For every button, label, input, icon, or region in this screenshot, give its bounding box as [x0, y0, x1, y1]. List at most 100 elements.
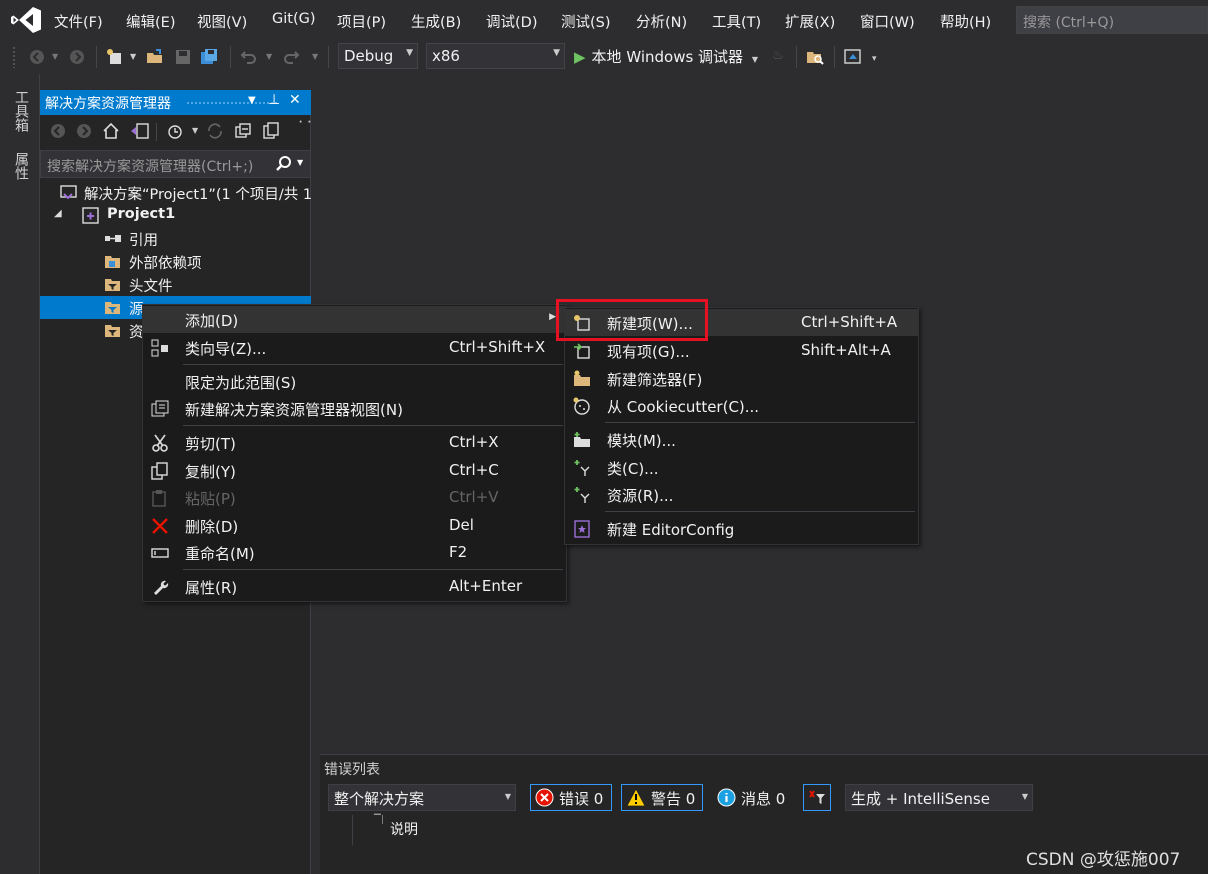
column-header-description[interactable]: 说明: [390, 819, 418, 839]
filter-error-icon: [809, 790, 825, 804]
back-icon[interactable]: [28, 48, 46, 66]
add-submenu: 新建项(W)... Ctrl+Shift+A 现有项(G)... Shift+A…: [564, 307, 919, 545]
browser-link-icon[interactable]: [844, 48, 862, 66]
menu-help[interactable]: 帮助(H): [940, 11, 991, 32]
column-resize-icon[interactable]: ▔|: [374, 815, 384, 825]
sync-icon[interactable]: [206, 122, 224, 140]
tree-item-solution[interactable]: 解决方案“Project1”(1 个项目/共 1: [40, 181, 311, 204]
filter-button[interactable]: [803, 784, 831, 811]
show-all-files-icon[interactable]: [262, 122, 280, 140]
errors-filter-button[interactable]: 错误 0: [530, 784, 612, 811]
chevron-down-icon: ▼: [553, 48, 560, 58]
open-folder-icon[interactable]: [146, 48, 164, 66]
redo-dropdown-icon[interactable]: ▼: [312, 52, 318, 61]
menu-item-paste[interactable]: 粘贴(P) Ctrl+V: [143, 484, 566, 511]
build-filter-dropdown[interactable]: 生成 + IntelliSense ▼: [845, 784, 1033, 811]
menu-view[interactable]: 视图(V): [197, 11, 247, 32]
menu-item-class-wizard[interactable]: 类向导(Z)... Ctrl+Shift+X: [143, 334, 566, 361]
new-project-icon[interactable]: [106, 48, 124, 66]
menu-item-resource[interactable]: 资源(R)...: [565, 481, 918, 508]
menu-item-module[interactable]: 模块(M)...: [565, 426, 918, 453]
undo-icon[interactable]: [240, 48, 258, 66]
home-icon[interactable]: [102, 122, 120, 140]
menu-item-cookiecutter[interactable]: 从 Cookiecutter(C)...: [565, 392, 918, 419]
start-debugging-button[interactable]: ▶ 本地 Windows 调试器 ▼: [574, 46, 758, 68]
platform-dropdown[interactable]: x86 ▼: [426, 43, 565, 69]
toolbar-overflow-icon[interactable]: ▾: [872, 54, 877, 64]
tree-item-references[interactable]: 引用: [40, 227, 311, 250]
menu-item-label: 限定为此范围(S): [185, 374, 297, 392]
back-icon[interactable]: [50, 123, 66, 139]
menu-item-copy[interactable]: 复制(Y) Ctrl+C: [143, 457, 566, 484]
tree-item-header-files[interactable]: 头文件: [40, 273, 311, 296]
tree-expander-icon[interactable]: ◢: [54, 208, 62, 219]
menu-item-label: 新建筛选器(F): [607, 371, 703, 389]
visual-studio-logo-icon: [11, 7, 41, 33]
menu-tools[interactable]: 工具(T): [712, 11, 761, 32]
collapse-all-icon[interactable]: [234, 122, 252, 140]
hot-reload-icon[interactable]: ♨: [772, 48, 784, 63]
redo-icon[interactable]: [282, 48, 300, 66]
undo-dropdown-icon[interactable]: ▼: [266, 52, 272, 61]
new-dropdown-icon[interactable]: ▼: [130, 52, 136, 61]
forward-icon[interactable]: [76, 123, 92, 139]
menu-test[interactable]: 测试(S): [561, 11, 611, 32]
warnings-count: 警告 0: [651, 790, 696, 808]
tree-item-external-deps[interactable]: 外部依赖项: [40, 250, 311, 273]
menu-build[interactable]: 生成(B): [411, 11, 461, 32]
menu-item-shortcut: Ctrl+C: [449, 461, 499, 479]
save-all-icon[interactable]: [200, 48, 218, 66]
pending-changes-filter-icon[interactable]: [166, 122, 184, 140]
menu-item-delete[interactable]: 删除(D) Del: [143, 512, 566, 539]
quick-search-input[interactable]: 搜索 (Ctrl+Q): [1016, 6, 1208, 34]
menu-item-existing-item[interactable]: 现有项(G)... Shift+Alt+A: [565, 337, 918, 364]
solution-explorer-search-input[interactable]: 搜索解决方案资源管理器(Ctrl+;) ▼: [40, 150, 311, 178]
copy-icon: [151, 462, 168, 480]
search-options-dropdown-icon[interactable]: ▼: [297, 158, 303, 167]
menu-edit[interactable]: 编辑(E): [126, 11, 175, 32]
menu-project[interactable]: 项目(P): [337, 11, 386, 32]
messages-filter-button[interactable]: 消息 0: [712, 784, 789, 811]
menu-git[interactable]: Git(G): [272, 11, 316, 27]
menu-file[interactable]: 文件(F): [54, 11, 103, 32]
chevron-down-icon: ▼: [406, 48, 413, 58]
warnings-filter-button[interactable]: 警告 0: [621, 784, 703, 811]
existing-item-icon: [574, 343, 590, 359]
properties-tab[interactable]: 属性: [12, 152, 30, 180]
menu-debug[interactable]: 调试(D): [486, 11, 537, 32]
chevron-down-icon[interactable]: ▼: [192, 126, 198, 135]
menu-item-add[interactable]: 添加(D) ▶: [143, 306, 566, 333]
toolbar-grip[interactable]: [12, 46, 16, 68]
menu-extensions[interactable]: 扩展(X): [785, 11, 835, 32]
menu-item-label: 现有项(G)...: [607, 343, 690, 361]
tree-item-project[interactable]: ◢ Project1: [40, 204, 311, 227]
menu-item-rename[interactable]: 重命名(M) F2: [143, 539, 566, 566]
window-position-icon[interactable]: ▼: [248, 95, 256, 106]
menu-window[interactable]: 窗口(W): [860, 11, 915, 32]
menu-item-class[interactable]: 类(C)...: [565, 454, 918, 481]
find-in-files-icon[interactable]: [806, 48, 824, 66]
search-icon[interactable]: [275, 155, 293, 173]
error-scope-dropdown[interactable]: 整个解决方案 ▼: [328, 784, 516, 811]
menu-analyze[interactable]: 分析(N): [636, 11, 687, 32]
menu-item-new-editorconfig[interactable]: 新建 EditorConfig: [565, 515, 918, 542]
menu-item-properties[interactable]: 属性(R) Alt+Enter: [143, 573, 566, 600]
menu-item-cut[interactable]: 剪切(T) Ctrl+X: [143, 429, 566, 456]
pin-icon[interactable]: ⊥: [268, 92, 280, 108]
paste-icon: [152, 490, 166, 507]
close-icon[interactable]: ✕: [289, 92, 301, 108]
save-icon[interactable]: [174, 48, 192, 66]
menu-item-new-explorer-view[interactable]: 新建解决方案资源管理器视图(N): [143, 395, 566, 422]
class-icon: [574, 460, 590, 476]
menu-item-label: 粘贴(P): [185, 490, 236, 508]
menu-item-new-filter[interactable]: 新建筛选器(F): [565, 365, 918, 392]
back-dropdown-icon[interactable]: ▼: [52, 52, 58, 61]
configuration-dropdown[interactable]: Debug ▼: [338, 43, 418, 69]
switch-views-icon[interactable]: [130, 122, 150, 140]
solution-explorer-title-bar[interactable]: 解决方案资源管理器 ▼ ⊥ ✕: [40, 90, 311, 115]
toolbox-tab[interactable]: 工具箱: [12, 90, 30, 132]
submenu-arrow-icon: ▶: [549, 312, 556, 322]
menu-item-scope-to-this[interactable]: 限定为此范围(S): [143, 368, 566, 395]
forward-icon[interactable]: [68, 48, 86, 66]
filter-folder-icon: [105, 279, 120, 291]
